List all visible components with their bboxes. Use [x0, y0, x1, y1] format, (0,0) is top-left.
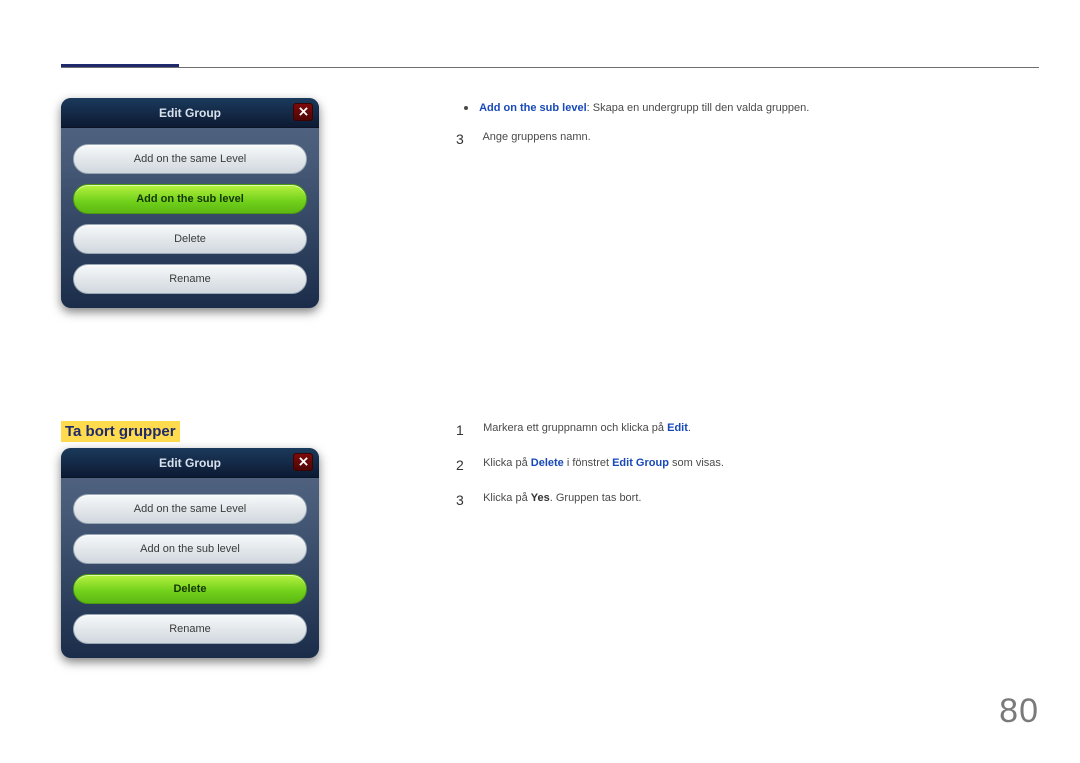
section-heading-delete-groups: Ta bort grupper [61, 421, 180, 442]
option-label: Delete [174, 233, 206, 245]
step-text: Ange gruppens namn. [482, 131, 590, 143]
step-number: 2 [456, 455, 472, 476]
close-button[interactable] [293, 453, 313, 471]
step-text-post: som visas. [669, 457, 724, 469]
page-number: 80 [999, 692, 1039, 731]
option-sub-level[interactable]: Add on the sub level [73, 534, 307, 564]
dialog-body: Add on the same Level Add on the sub lev… [61, 128, 319, 308]
step-number: 1 [456, 420, 472, 441]
section-heading-text: Ta bort grupper [65, 423, 176, 440]
step-text-pre: Markera ett gruppnamn och klicka på [483, 422, 667, 434]
bullet-label: Add on the sub level [479, 102, 587, 114]
dialog-titlebar: Edit Group [61, 98, 319, 128]
close-icon [299, 453, 308, 471]
step-row: 3 Klicka på Yes. Gruppen tas bort. [456, 490, 1016, 511]
step-link: Edit [667, 422, 688, 434]
dialog-body: Add on the same Level Add on the sub lev… [61, 478, 319, 658]
step-link-edit-group: Edit Group [612, 457, 669, 469]
step-text-pre: Klicka på [483, 457, 531, 469]
step-row: 3 Ange gruppens namn. [456, 129, 1022, 150]
step-number: 3 [456, 490, 472, 511]
dialog-titlebar: Edit Group [61, 448, 319, 478]
close-button[interactable] [293, 103, 313, 121]
step-bold: Yes [531, 492, 550, 504]
option-rename[interactable]: Rename [73, 614, 307, 644]
option-label: Add on the sub level [136, 193, 244, 205]
bullet-icon [464, 106, 468, 110]
step-text-post: . [688, 422, 691, 434]
option-label: Delete [173, 583, 206, 595]
step-text-pre: Klicka på [483, 492, 531, 504]
option-same-level[interactable]: Add on the same Level [73, 494, 307, 524]
step-row: 2 Klicka på Delete i fönstret Edit Group… [456, 455, 1016, 476]
option-label: Rename [169, 623, 211, 635]
header-accent-bar [61, 64, 179, 67]
step-text-mid: i fönstret [564, 457, 612, 469]
option-label: Rename [169, 273, 211, 285]
option-rename[interactable]: Rename [73, 264, 307, 294]
top-instruction-block: Add on the sub level: Skapa en undergrup… [462, 100, 1022, 164]
step-text-post: . Gruppen tas bort. [550, 492, 642, 504]
bottom-instruction-block: 1 Markera ett gruppnamn och klicka på Ed… [456, 420, 1016, 525]
step-row: 1 Markera ett gruppnamn och klicka på Ed… [456, 420, 1016, 441]
close-icon [299, 103, 308, 121]
option-same-level[interactable]: Add on the same Level [73, 144, 307, 174]
bullet-rest: : Skapa en undergrupp till den valda gru… [587, 102, 810, 114]
option-label: Add on the sub level [140, 543, 240, 555]
option-label: Add on the same Level [134, 503, 247, 515]
dialog-title: Edit Group [159, 106, 221, 120]
step-link-delete: Delete [531, 457, 564, 469]
edit-group-dialog-delete: Edit Group Add on the same Level Add on … [61, 448, 319, 658]
option-delete[interactable]: Delete [73, 574, 307, 604]
option-delete[interactable]: Delete [73, 224, 307, 254]
option-sub-level[interactable]: Add on the sub level [73, 184, 307, 214]
option-label: Add on the same Level [134, 153, 247, 165]
dialog-title: Edit Group [159, 456, 221, 470]
header-divider [61, 67, 1039, 68]
bullet-line: Add on the sub level: Skapa en undergrup… [462, 100, 1022, 117]
edit-group-dialog-sublevel: Edit Group Add on the same Level Add on … [61, 98, 319, 308]
step-number: 3 [456, 129, 472, 150]
